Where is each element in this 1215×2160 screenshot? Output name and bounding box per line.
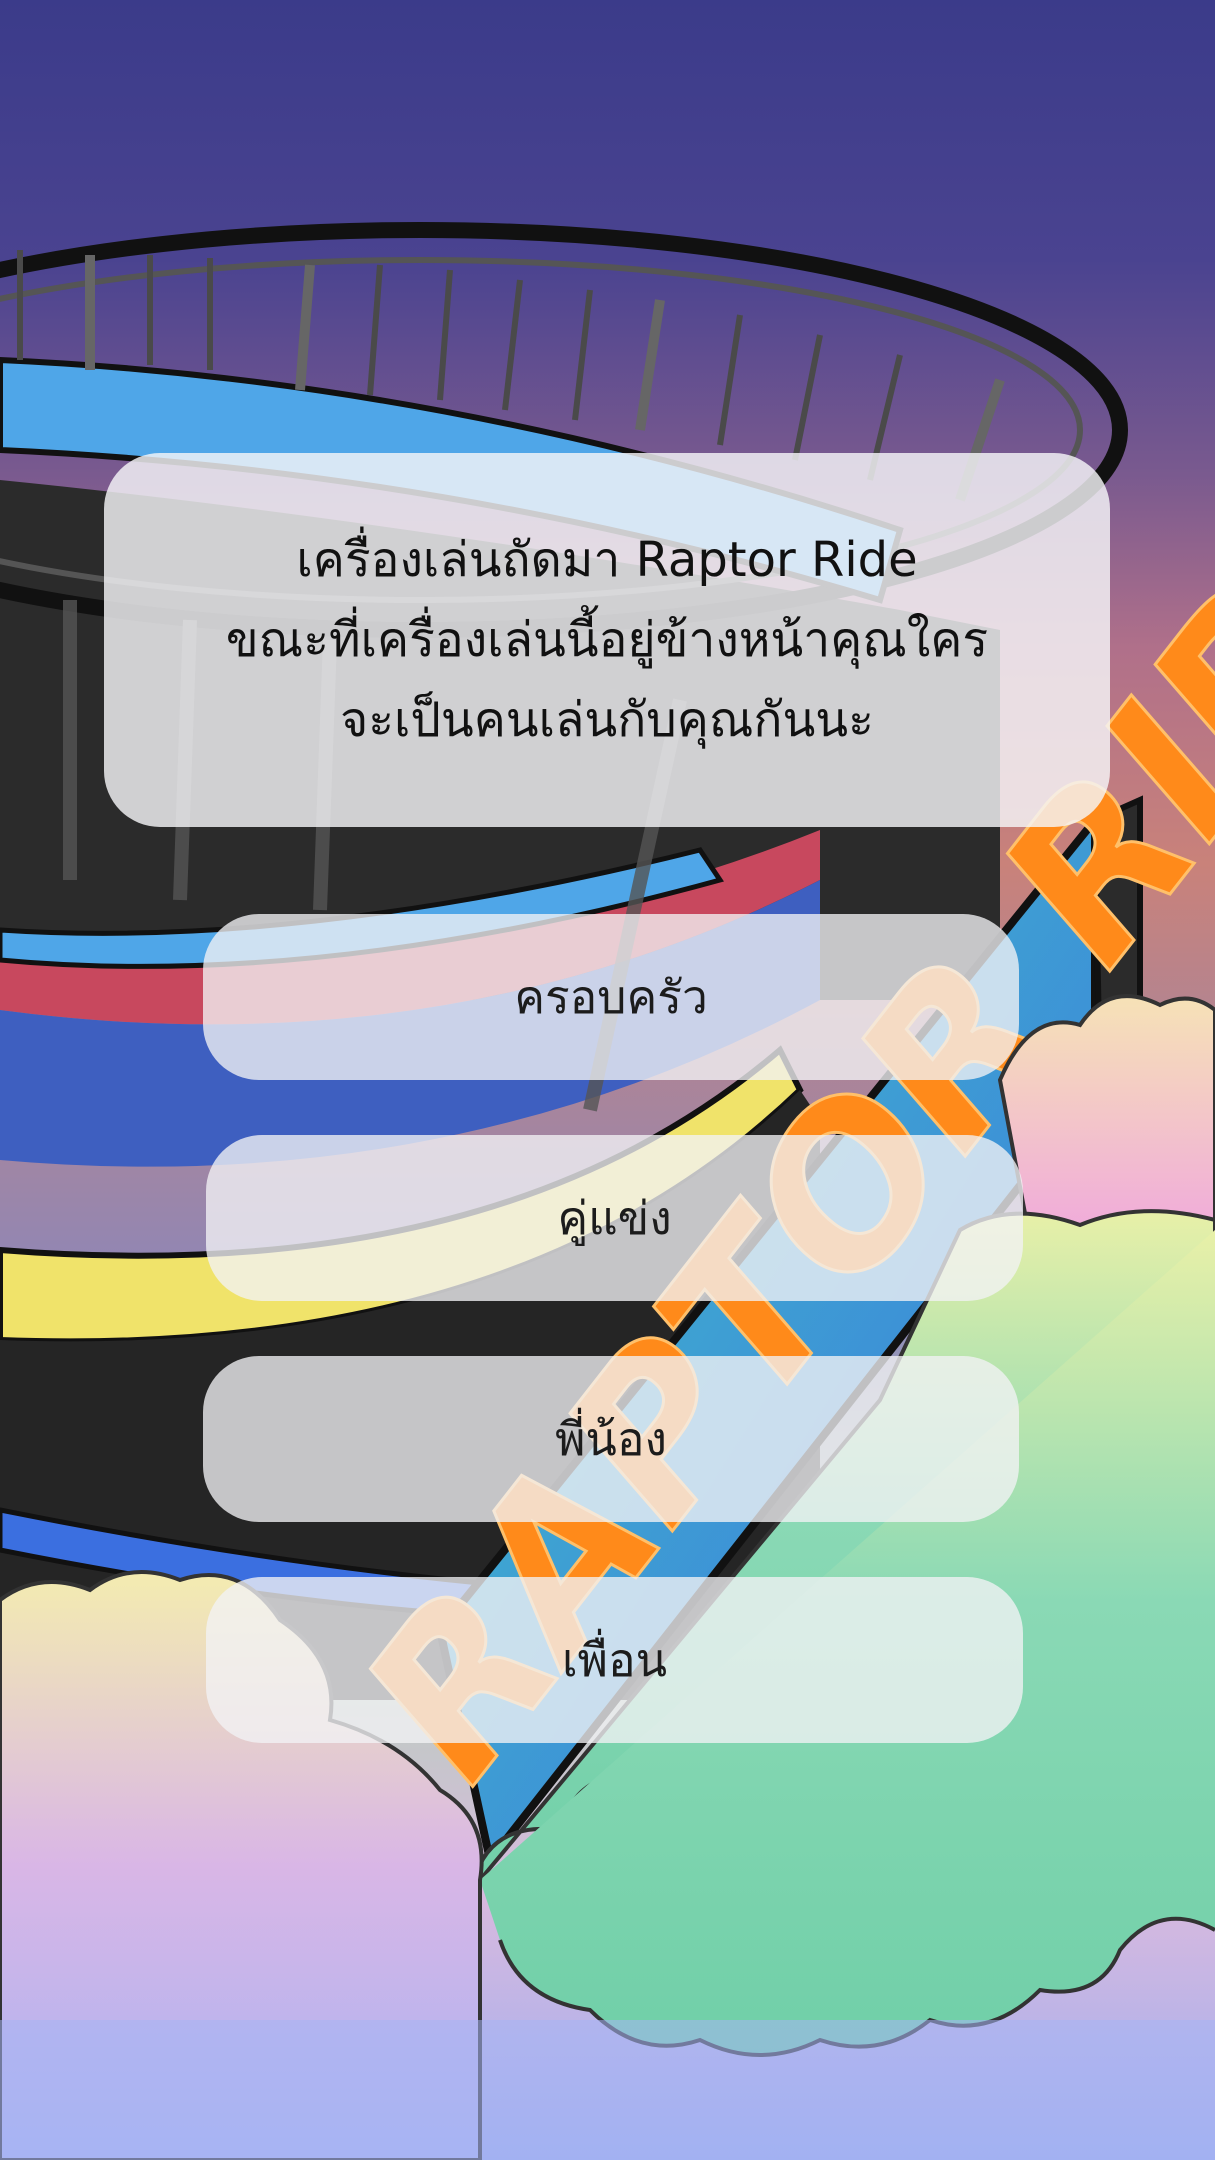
background-illustration: RAPTOR RIDE [0,222,1215,2160]
option-label: คู่แข่ง [557,1190,672,1245]
option-button-family[interactable]: ครอบครัว [203,914,1019,1080]
option-button-friend[interactable]: เพื่อน [206,1577,1023,1743]
option-label: ครอบครัว [514,969,708,1024]
option-label: พี่น้อง [555,1411,667,1466]
option-label: เพื่อน [561,1632,668,1687]
option-button-sibling[interactable]: พี่น้อง [203,1356,1019,1522]
question-card: เครื่องเล่นถัดมา Raptor Ride ขณะที่เครื่… [104,453,1110,827]
question-text: เครื่องเล่นถัดมา Raptor Ride ขณะที่เครื่… [225,532,989,748]
option-button-rival[interactable]: คู่แข่ง [206,1135,1023,1301]
